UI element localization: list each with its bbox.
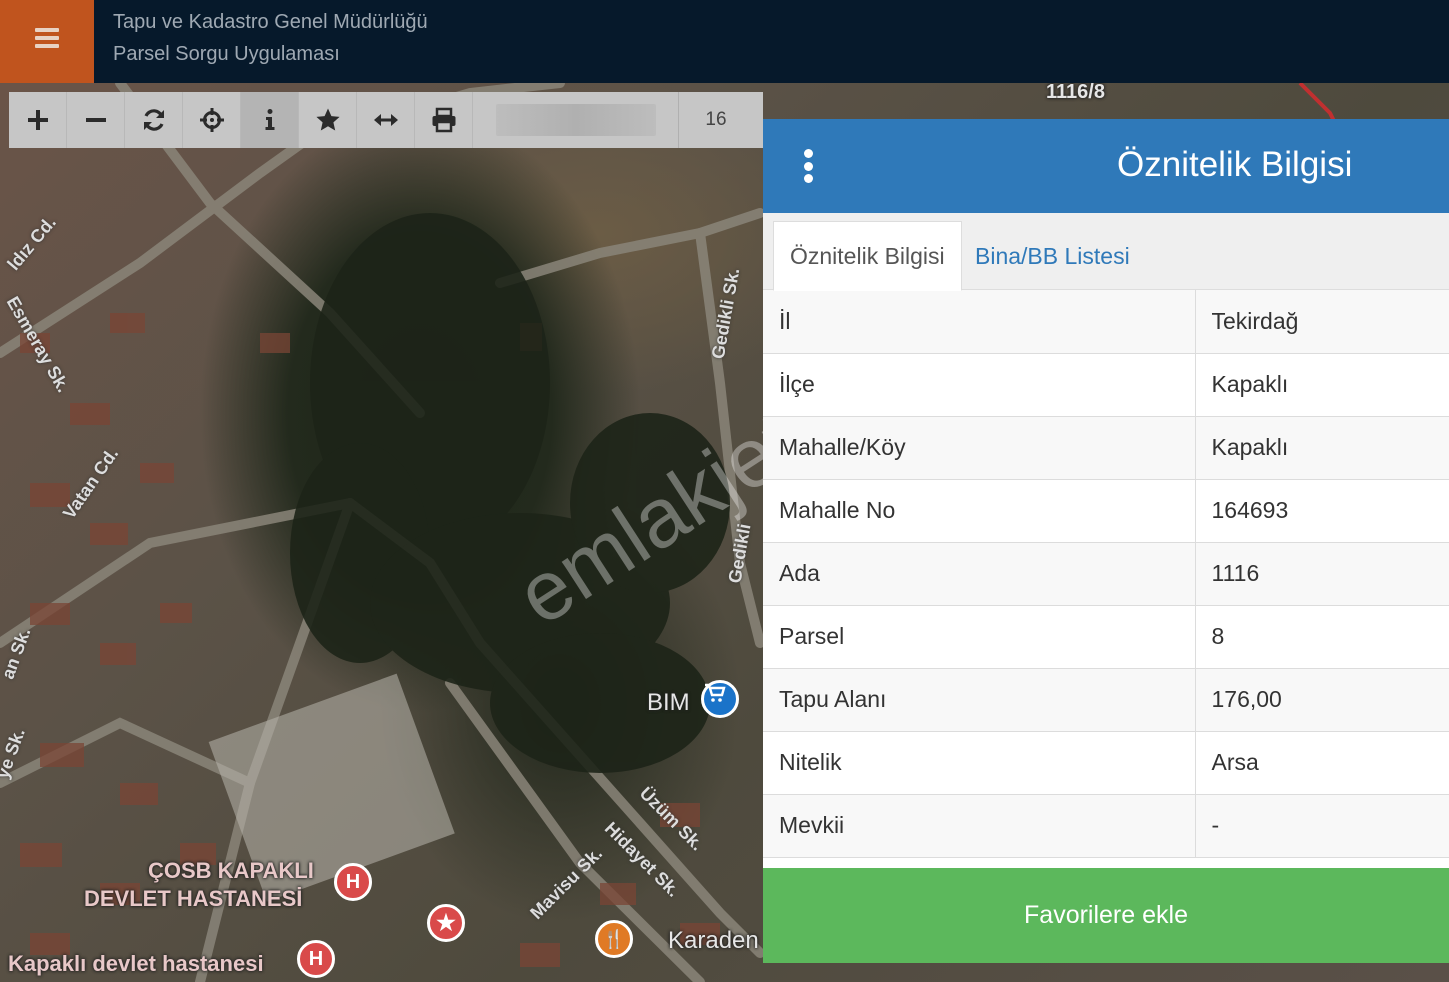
table-row: İl Tekirdağ bbox=[763, 290, 1449, 354]
table-row: Ada 1116 bbox=[763, 542, 1449, 606]
refresh-icon bbox=[143, 109, 164, 131]
add-to-favorites-button[interactable]: Favorilere ekle bbox=[763, 868, 1449, 963]
attribute-value: 176,00 bbox=[1195, 668, 1449, 732]
attribute-value: Tekirdağ bbox=[1195, 290, 1449, 354]
zoom-in-button[interactable] bbox=[9, 92, 67, 148]
app-title-line2: Parsel Sorgu Uygulaması bbox=[113, 43, 340, 65]
poi-label: BIM bbox=[647, 689, 690, 716]
attribute-table: İl Tekirdağ İlçe Kapaklı Mahalle/Köy Kapakl… bbox=[763, 290, 1449, 858]
info-icon bbox=[265, 109, 274, 130]
attribute-value: 8 bbox=[1195, 605, 1449, 669]
app-title-line1: Tapu ve Kadastro Genel Müdürlüğü bbox=[113, 11, 428, 33]
locate-button[interactable] bbox=[183, 92, 241, 148]
parcel-label: 1116/8 bbox=[1046, 83, 1105, 103]
app-header: Tapu ve Kadastro Genel Müdürlüğü Parsel … bbox=[0, 0, 1449, 83]
star-icon bbox=[315, 108, 340, 131]
poi-label: Karaden bbox=[668, 927, 759, 954]
attribute-value: 1116 bbox=[1195, 542, 1449, 606]
minus-icon bbox=[85, 118, 106, 122]
menu-button[interactable] bbox=[0, 0, 94, 83]
table-row: Mevkii - bbox=[763, 794, 1449, 858]
measure-button[interactable] bbox=[357, 92, 415, 148]
attribute-key: Nitelik bbox=[763, 731, 1196, 795]
table-row: Tapu Alanı 176,00 bbox=[763, 668, 1449, 732]
panel-title: Öznitelik Bilgisi bbox=[1117, 145, 1353, 184]
attribute-value: Kapaklı bbox=[1195, 353, 1449, 417]
poi-label: ÇOSB KAPAKLI bbox=[148, 858, 314, 883]
attribute-key: Mevkii bbox=[763, 794, 1196, 858]
info-button[interactable] bbox=[241, 92, 299, 148]
attribute-key: Parsel bbox=[763, 605, 1196, 669]
table-row: Mahalle No 164693 bbox=[763, 479, 1449, 543]
hospital-icon[interactable]: H bbox=[297, 940, 335, 978]
table-row: Parsel 8 bbox=[763, 605, 1449, 669]
map-toolbar: 16 bbox=[9, 92, 763, 148]
shopping-cart-icon[interactable] bbox=[701, 680, 739, 718]
measure-icon bbox=[373, 114, 398, 126]
tab-attribute-info[interactable]: Öznitelik Bilgisi bbox=[773, 221, 962, 291]
attribute-key: İlçe bbox=[763, 353, 1196, 417]
plus-icon bbox=[27, 110, 48, 130]
attribute-panel: Öznitelik Bilgisi Öznitelik Bilgisi Bina… bbox=[763, 119, 1449, 963]
emergency-icon[interactable]: ★ bbox=[427, 904, 465, 942]
attribute-key: Mahalle/Köy bbox=[763, 416, 1196, 480]
table-row: İlçe Kapaklı bbox=[763, 353, 1449, 417]
zoom-level-indicator: 16 bbox=[705, 109, 727, 130]
refresh-button[interactable] bbox=[125, 92, 183, 148]
print-button[interactable] bbox=[415, 92, 473, 148]
search-input[interactable] bbox=[473, 92, 679, 148]
attribute-key: Mahalle No bbox=[763, 479, 1196, 543]
attribute-value: Arsa bbox=[1195, 731, 1449, 795]
zoom-out-button[interactable] bbox=[67, 92, 125, 148]
attribute-value: 164693 bbox=[1195, 479, 1449, 543]
favorites-button[interactable] bbox=[299, 92, 357, 148]
poi-label: DEVLET HASTANESİ bbox=[84, 886, 303, 911]
poi-label: Kapaklı devlet hastanesi bbox=[8, 951, 264, 976]
panel-tabs: Öznitelik Bilgisi Bina/BB Listesi bbox=[763, 213, 1449, 291]
hospital-icon[interactable]: H bbox=[334, 863, 372, 901]
print-icon bbox=[432, 107, 455, 133]
tab-building-list[interactable]: Bina/BB Listesi bbox=[959, 221, 1146, 291]
crosshair-icon bbox=[199, 108, 224, 132]
attribute-key: Tapu Alanı bbox=[763, 668, 1196, 732]
attribute-value: - bbox=[1195, 794, 1449, 858]
attribute-key: Ada bbox=[763, 542, 1196, 606]
panel-header: Öznitelik Bilgisi bbox=[763, 119, 1449, 213]
more-options-icon[interactable] bbox=[803, 149, 813, 183]
attribute-key: İl bbox=[763, 290, 1196, 354]
app-title: Tapu ve Kadastro Genel Müdürlüğü Parsel … bbox=[113, 6, 428, 70]
table-row: Nitelik Arsa bbox=[763, 731, 1449, 795]
hamburger-icon bbox=[35, 27, 59, 48]
table-row: Mahalle/Köy Kapaklı bbox=[763, 416, 1449, 480]
attribute-value: Kapaklı bbox=[1195, 416, 1449, 480]
restaurant-icon[interactable]: 🍴 bbox=[595, 920, 633, 958]
